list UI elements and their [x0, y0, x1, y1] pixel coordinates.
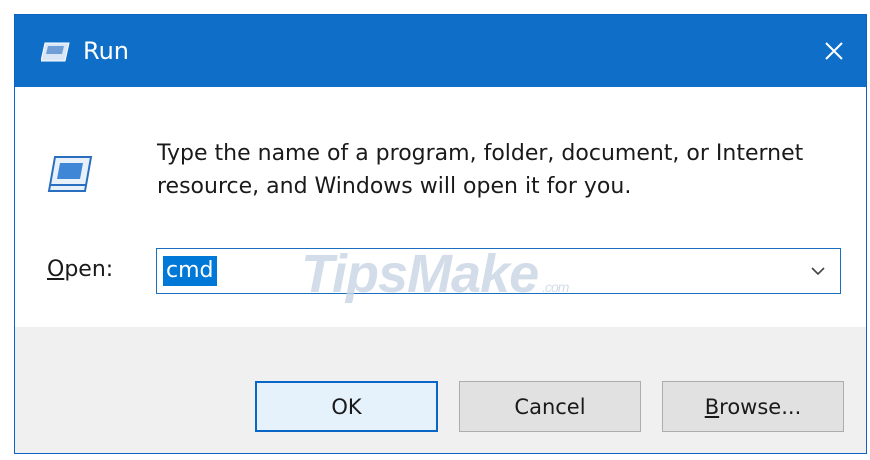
browse-accelerator: B: [704, 394, 720, 419]
title-bar[interactable]: Run: [15, 15, 866, 87]
close-icon: [825, 42, 843, 60]
cancel-button-label: Cancel: [514, 394, 586, 419]
chevron-down-icon[interactable]: [808, 263, 828, 279]
cancel-button[interactable]: Cancel: [459, 381, 641, 432]
run-program-icon: [47, 156, 93, 192]
browse-button-label: rowse...: [719, 394, 802, 419]
watermark-brand: TipsMake: [301, 244, 539, 304]
watermark-suffix: .com: [542, 279, 569, 295]
watermark: TipsMake .com: [301, 243, 569, 305]
open-label: Open:: [47, 255, 113, 285]
run-dialog: Run Type the name of a program, folder, …: [14, 14, 867, 454]
open-input[interactable]: cmd: [163, 256, 217, 286]
open-label-text: pen:: [64, 257, 114, 282]
browse-button[interactable]: Browse...: [662, 381, 844, 432]
window-title: Run: [83, 37, 130, 65]
ok-button[interactable]: OK: [255, 381, 438, 432]
button-bar: OK Cancel Browse...: [15, 327, 866, 453]
open-label-accelerator: O: [47, 257, 65, 282]
ok-button-label: OK: [331, 394, 362, 419]
close-button[interactable]: [802, 15, 866, 87]
run-app-icon: [41, 42, 70, 62]
instructions-text: Type the name of a program, folder, docu…: [157, 141, 804, 199]
